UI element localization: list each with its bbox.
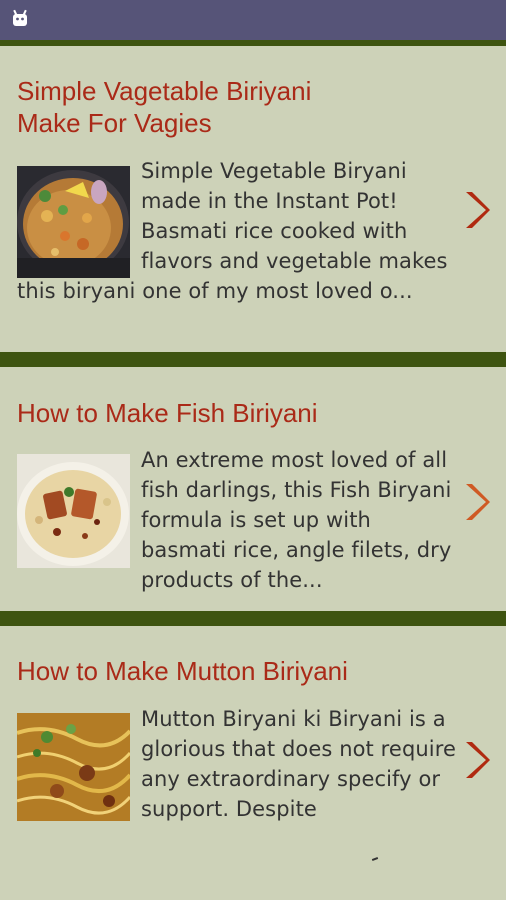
recipe-description: Mutton Biryani ki Biryani is a glorious … [141, 707, 457, 821]
scroll-artifact [371, 857, 379, 861]
android-icon [11, 9, 29, 27]
recipe-description: An extreme most loved of all fish darlin… [141, 448, 452, 592]
status-bar [0, 0, 506, 40]
recipe-title: Simple Vagetable Biriyani Make For Vagie… [17, 76, 312, 138]
recipe-card-fish[interactable]: How to Make Fish Biriyani An extreme mos… [0, 367, 506, 611]
chevron-right-icon[interactable] [460, 478, 492, 526]
recipe-title: How to Make Mutton Biriyani [17, 656, 348, 686]
recipe-card-vegetable[interactable]: Simple Vagetable Biriyani Make For Vagie… [0, 46, 506, 352]
recipe-description: Simple Vegetable Biryani made in the Ins… [17, 159, 448, 303]
chevron-right-icon[interactable] [460, 736, 492, 784]
divider [0, 352, 506, 367]
recipe-title: How to Make Fish Biriyani [17, 398, 318, 428]
divider [0, 611, 506, 626]
chevron-right-icon[interactable] [460, 186, 492, 234]
recipe-card-mutton[interactable]: How to Make Mutton Biriyani Mutton Birya… [0, 626, 506, 900]
